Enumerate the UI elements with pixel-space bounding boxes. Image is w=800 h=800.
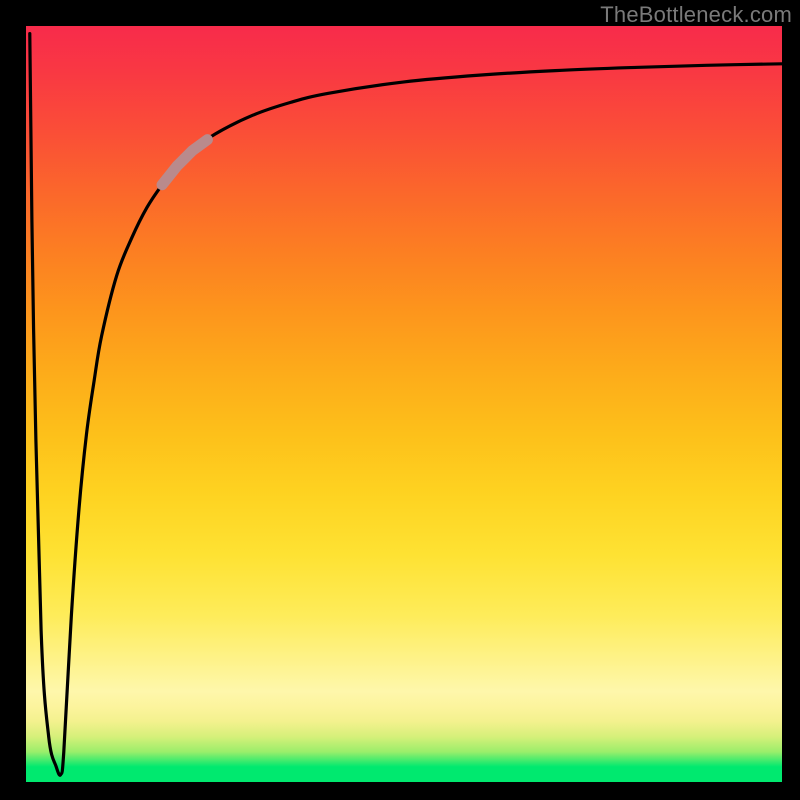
chart-frame: TheBottleneck.com bbox=[0, 0, 800, 800]
bottleneck-curve bbox=[26, 26, 782, 782]
plot-area bbox=[26, 26, 782, 782]
watermark-text: TheBottleneck.com bbox=[600, 2, 792, 28]
curve-line bbox=[30, 34, 782, 776]
curve-highlight bbox=[162, 140, 207, 185]
